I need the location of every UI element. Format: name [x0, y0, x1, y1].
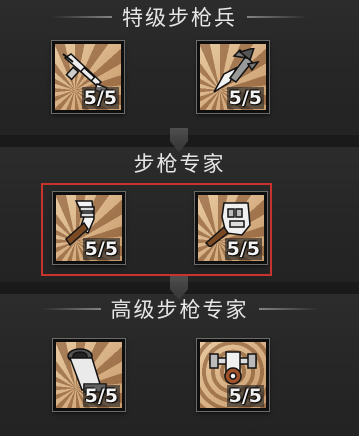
- skill-progress: 5/5: [226, 87, 264, 109]
- skill-slot-drone[interactable]: 5/5: [197, 339, 269, 411]
- tier-title-3: 高级步枪专家: [0, 294, 359, 324]
- skill-progress: 5/5: [224, 238, 262, 260]
- tier-title-text: 高级步枪专家: [110, 298, 249, 322]
- skill-slot-mortar[interactable]: 5/5: [53, 339, 125, 411]
- tier-title-text: 特级步枪兵: [122, 6, 237, 30]
- skill-slot-leg-bandage[interactable]: 5/5: [53, 192, 125, 264]
- skill-progress: 5/5: [226, 385, 264, 407]
- tier-title-2: 步枪专家: [0, 148, 359, 178]
- skill-slot-rifle[interactable]: 5/5: [52, 41, 124, 113]
- skill-slot-armored-hand[interactable]: 5/5: [195, 192, 267, 264]
- skill-slot-ammo[interactable]: 5/5: [197, 41, 269, 113]
- title-divider-left: [40, 308, 101, 310]
- skill-progress: 5/5: [82, 238, 120, 260]
- title-divider-right: [247, 16, 307, 18]
- tier-title-text: 步枪专家: [133, 152, 226, 176]
- tier-title-1: 特级步枪兵: [0, 2, 359, 32]
- title-divider-right: [258, 308, 319, 310]
- skill-tree: 特级步枪兵 5/5 5/5 步枪专家 5/5 5/5 高级步枪专家 5/5 5/…: [0, 0, 359, 436]
- skill-progress: 5/5: [81, 87, 119, 109]
- title-divider-left: [52, 16, 112, 18]
- skill-progress: 5/5: [82, 385, 120, 407]
